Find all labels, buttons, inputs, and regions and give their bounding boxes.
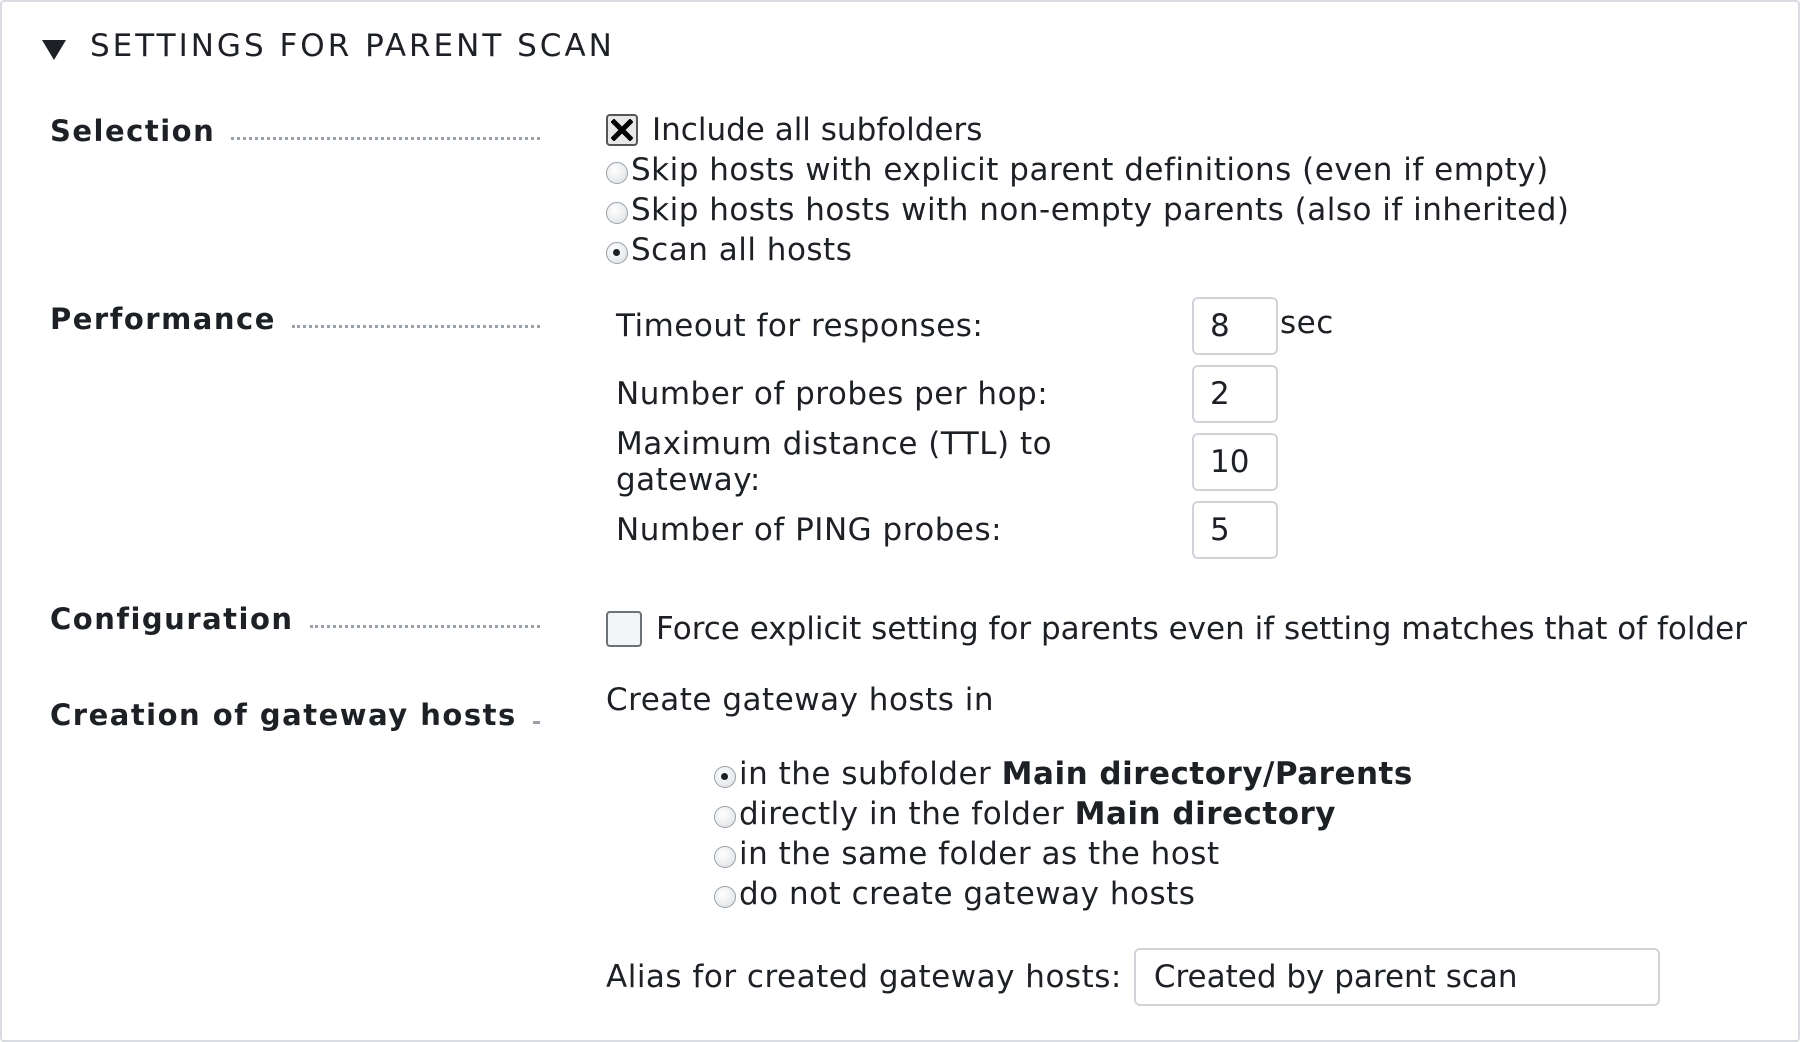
timeout-row: Timeout for responses: sec [606,292,1334,360]
radio-scan-all[interactable] [606,242,628,264]
ping-probes-input[interactable] [1192,501,1278,559]
label-dots [231,137,540,140]
force-explicit-label: Force explicit setting for parents even … [656,611,1747,647]
timeout-label: Timeout for responses: [616,308,984,344]
label-dots [532,721,540,724]
timeout-unit: sec [1280,305,1334,341]
probes-per-hop-label: Number of probes per hop: [616,376,1049,412]
radio-label: Skip hosts with explicit parent definiti… [631,152,1549,188]
checkmark-x-icon [611,119,633,141]
selection-content: Include all subfolders Skip hosts with e… [606,110,1570,270]
gateway-option-subfolder[interactable]: in the subfolder Main directory/Parents [714,754,1413,794]
ping-probes-row: Number of PING probes: [606,496,1334,564]
force-explicit-row[interactable]: Force explicit setting for parents even … [606,609,1747,649]
alias-input[interactable] [1133,948,1660,1006]
performance-label: Performance [50,302,276,336]
max-ttl-label: Maximum distance (TTL) to gateway: [616,426,1053,498]
radio-skip-explicit[interactable] [606,162,628,184]
configuration-label-row: Configuration [50,602,540,636]
selection-label-row: Selection [50,114,540,148]
gateway-label: Creation of gateway hosts [50,698,517,732]
radio-label: in the subfolder [739,756,992,792]
radio-label: directly in the folder [739,796,1065,832]
radio-gateway-none[interactable] [714,886,736,908]
probes-per-hop-row: Number of probes per hop: [606,360,1334,428]
radio-gateway-subfolder[interactable] [714,766,736,788]
include-subfolders-checkbox[interactable] [606,114,638,146]
alias-row: Alias for created gateway hosts: [606,948,1660,1006]
parent-scan-panel: SETTINGS FOR PARENT SCAN Selection Inclu… [0,0,1800,1042]
gateway-option-same-folder[interactable]: in the same folder as the host [714,834,1413,874]
gateway-option-none[interactable]: do not create gateway hosts [714,874,1413,914]
force-explicit-checkbox[interactable] [606,611,642,647]
gateway-options: in the subfolder Main directory/Parents … [714,754,1413,914]
gateway-label-row: Creation of gateway hosts [50,698,540,732]
selection-option-scan-all[interactable]: Scan all hosts [606,230,1570,270]
include-subfolders-row[interactable]: Include all subfolders [606,110,1570,150]
radio-label: do not create gateway hosts [739,876,1196,912]
radio-label-bold: Main directory/Parents [1001,756,1413,792]
radio-label: in the same folder as the host [739,836,1220,872]
performance-label-row: Performance [50,302,540,336]
timeout-input[interactable] [1192,297,1278,355]
radio-label: Scan all hosts [631,232,853,268]
radio-label: Skip hosts hosts with non-empty parents … [631,192,1570,228]
radio-gateway-main-directory[interactable] [714,806,736,828]
radio-skip-nonempty[interactable] [606,202,628,224]
radio-gateway-same-folder[interactable] [714,846,736,868]
max-ttl-input[interactable] [1192,433,1278,491]
max-ttl-row: Maximum distance (TTL) to gateway: [606,426,1334,498]
label-dots [291,325,540,328]
gateway-content: Create gateway hosts in [606,682,994,722]
alias-label: Alias for created gateway hosts: [606,959,1122,995]
probes-per-hop-input[interactable] [1192,365,1278,423]
selection-option-skip-nonempty[interactable]: Skip hosts hosts with non-empty parents … [606,190,1570,230]
configuration-label: Configuration [50,602,294,636]
performance-content: Timeout for responses: sec Number of pro… [606,292,1334,564]
label-dots [309,625,540,628]
configuration-content: Force explicit setting for parents even … [606,609,1747,649]
collapse-triangle-icon[interactable] [42,40,66,60]
selection-option-skip-explicit[interactable]: Skip hosts with explicit parent definiti… [606,150,1570,190]
gateway-option-main-directory[interactable]: directly in the folder Main directory [714,794,1413,834]
section-header[interactable]: SETTINGS FOR PARENT SCAN [42,26,615,66]
gateway-intro: Create gateway hosts in [606,682,994,718]
ping-probes-label: Number of PING probes: [616,512,1003,548]
radio-label-bold: Main directory [1074,796,1337,832]
section-title: SETTINGS FOR PARENT SCAN [90,28,615,64]
selection-label: Selection [50,114,216,148]
include-subfolders-label: Include all subfolders [652,112,983,148]
